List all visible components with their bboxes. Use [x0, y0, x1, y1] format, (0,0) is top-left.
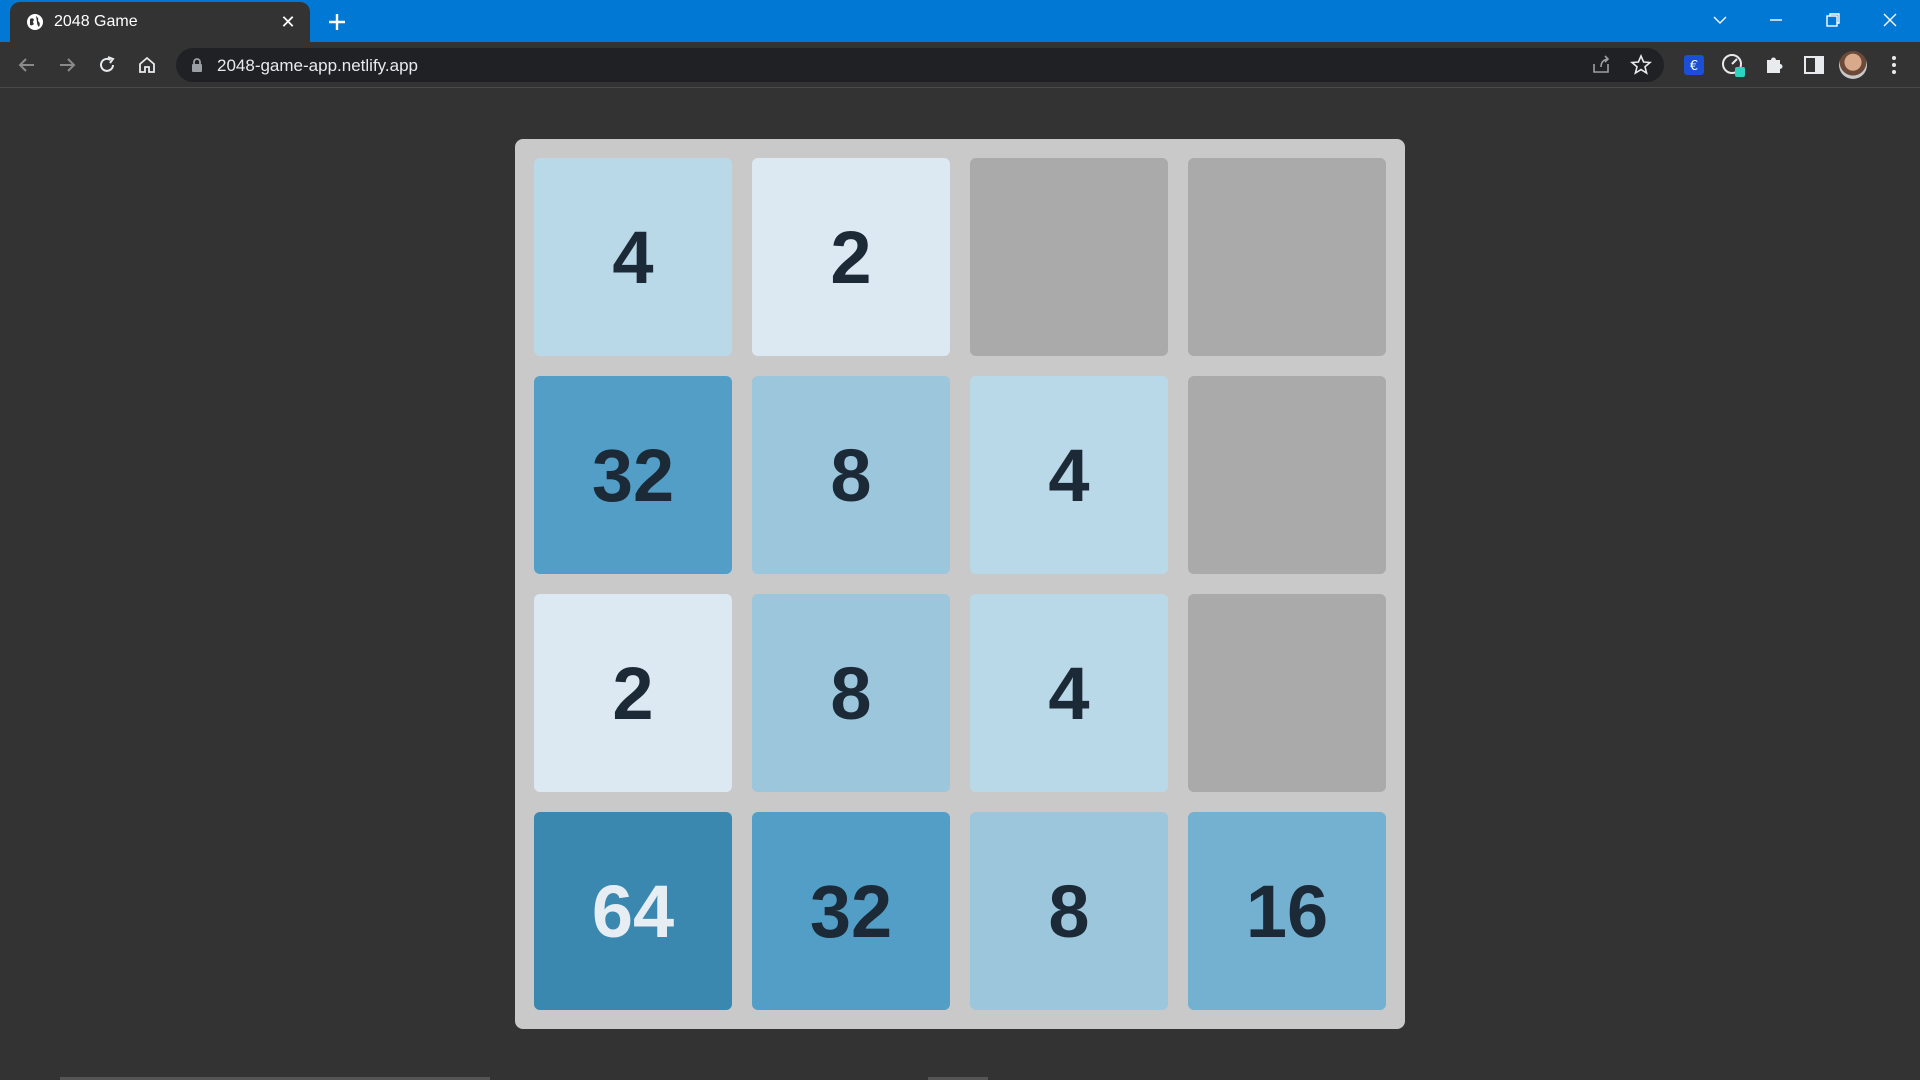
close-icon[interactable]: ✕	[278, 12, 298, 32]
tile: 32	[534, 376, 732, 574]
window-close-icon[interactable]	[1870, 6, 1910, 34]
tile: 4	[970, 376, 1168, 574]
profile-avatar[interactable]	[1839, 51, 1867, 79]
tile: 2	[752, 158, 950, 356]
tile: 32	[752, 812, 950, 1010]
side-panel-icon[interactable]	[1800, 51, 1828, 79]
url-text[interactable]: 2048-game-app.netlify.app	[217, 56, 418, 76]
empty-cell	[1188, 594, 1386, 792]
share-icon[interactable]	[1588, 52, 1614, 78]
game-board[interactable]: 4 2 32 8 4 2 8 4 64 32 8 16	[515, 139, 1405, 1029]
reload-icon[interactable]	[93, 51, 121, 79]
browser-toolbar: 2048-game-app.netlify.app €	[0, 42, 1920, 88]
back-icon[interactable]	[13, 51, 41, 79]
minimize-icon[interactable]	[1756, 6, 1796, 34]
restore-icon[interactable]	[1813, 6, 1853, 34]
tile: 8	[752, 376, 950, 574]
tile: 4	[534, 158, 732, 356]
tile: 64	[534, 812, 732, 1010]
tile: 2	[534, 594, 732, 792]
globe-icon	[27, 14, 43, 30]
title-bar: 2048 Game ✕	[0, 0, 1920, 42]
browser-tab[interactable]: 2048 Game ✕	[10, 2, 310, 42]
empty-cell	[970, 158, 1168, 356]
address-bar[interactable]: 2048-game-app.netlify.app	[176, 48, 1664, 82]
empty-cell	[1188, 376, 1386, 574]
chevron-down-icon[interactable]	[1700, 6, 1740, 34]
home-icon[interactable]	[133, 51, 161, 79]
tile: 4	[970, 594, 1168, 792]
star-icon[interactable]	[1628, 52, 1654, 78]
puzzle-icon[interactable]	[1760, 51, 1788, 79]
forward-icon[interactable]	[53, 51, 81, 79]
tile: 8	[752, 594, 950, 792]
empty-cell	[1188, 158, 1386, 356]
menu-icon[interactable]	[1880, 51, 1908, 79]
tile: 8	[970, 812, 1168, 1010]
tab-title: 2048 Game	[54, 13, 138, 30]
svg-text:€: €	[1690, 59, 1698, 74]
speed-extension-icon[interactable]	[1720, 51, 1748, 79]
tile: 16	[1188, 812, 1386, 1010]
plus-icon[interactable]	[324, 9, 350, 35]
lock-icon[interactable]	[190, 57, 204, 73]
euro-extension-icon[interactable]: €	[1680, 51, 1708, 79]
